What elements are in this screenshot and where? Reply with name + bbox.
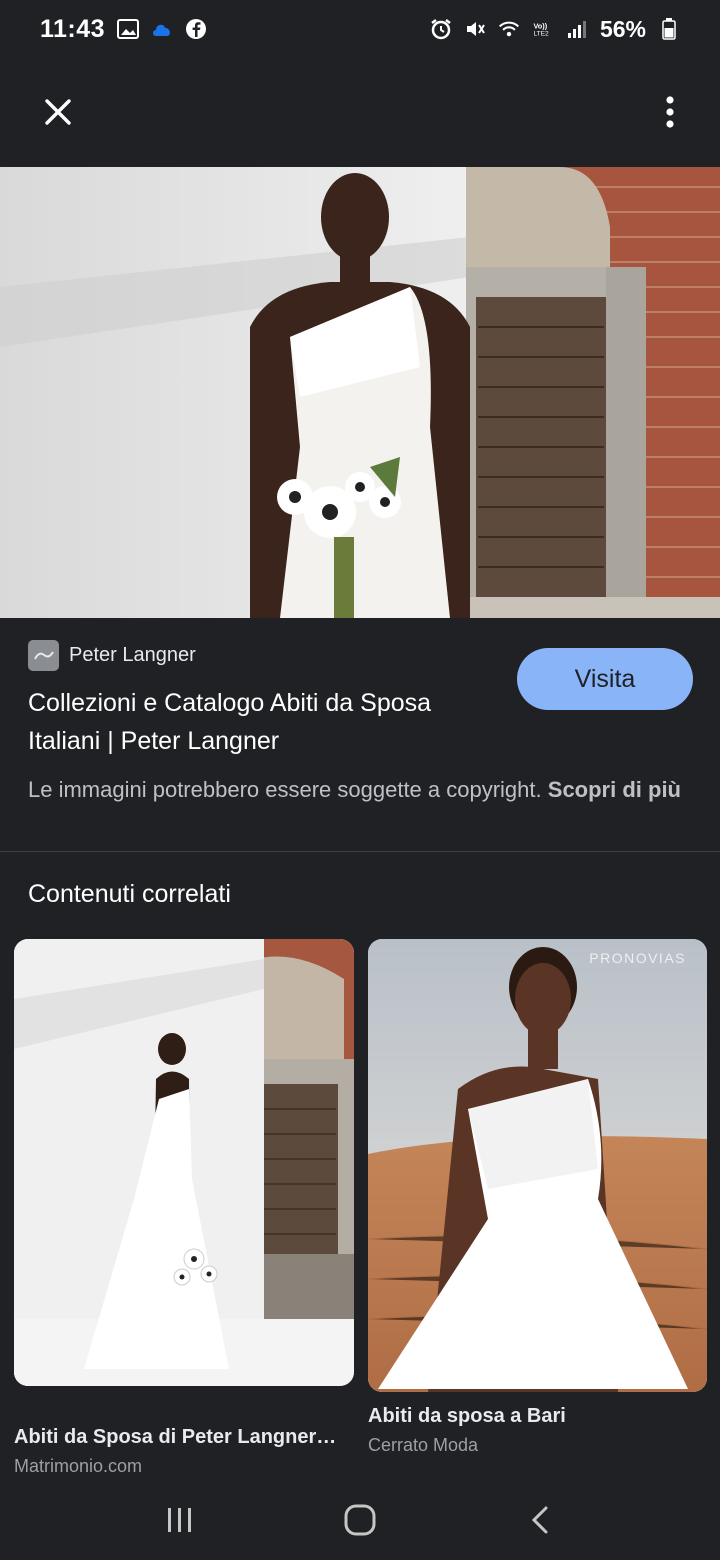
recents-button[interactable]: [150, 1490, 210, 1550]
related-card-2-source: Cerrato Moda: [368, 1435, 479, 1455]
status-left: 11:43: [40, 15, 207, 44]
more-vert-icon: [666, 96, 674, 128]
related-photo-1: [14, 939, 354, 1386]
volte-icon: Vo)) LTE2: [532, 18, 554, 40]
hero-image[interactable]: [0, 167, 720, 618]
related-card-2-title[interactable]: Abiti da sposa a Bari: [368, 1405, 566, 1428]
system-nav-bar: [0, 1480, 720, 1560]
divider: [0, 851, 720, 852]
mute-icon: [464, 18, 486, 40]
status-bar: 11:43 Vo)) LTE2 56%: [0, 0, 720, 58]
facebook-icon: [185, 18, 207, 40]
bride-photo: [0, 167, 720, 618]
recents-icon: [168, 1508, 191, 1532]
source-name: Peter Langner: [69, 644, 196, 666]
back-icon: [531, 1506, 548, 1534]
close-icon: [45, 99, 71, 125]
alarm-icon: [430, 18, 452, 40]
learn-more-link[interactable]: Scopri di più: [548, 777, 681, 802]
site-favicon-icon: [28, 640, 59, 671]
visit-button[interactable]: Visita: [517, 648, 693, 710]
source-row[interactable]: Peter Langner: [28, 640, 196, 671]
svg-text:Vo)): Vo)): [533, 21, 547, 30]
signal-icon: [566, 18, 588, 40]
related-card-1-image[interactable]: [14, 939, 354, 1386]
copyright-text: Le immagini potrebbero essere soggette a…: [28, 777, 542, 802]
wifi-icon: [498, 18, 520, 40]
related-card-2-image[interactable]: PRONOVIAS: [368, 939, 707, 1392]
related-card-1-source: Matrimonio.com: [14, 1456, 143, 1476]
close-button[interactable]: [34, 88, 82, 136]
related-photo-2: PRONOVIAS: [368, 939, 707, 1392]
battery-percent: 56%: [599, 15, 646, 42]
cloud-icon: [151, 18, 173, 40]
svg-text:LTE2: LTE2: [533, 31, 549, 38]
top-app-bar: [0, 58, 720, 166]
copyright-notice: Le immagini potrebbero essere soggette a…: [28, 774, 688, 806]
home-button[interactable]: [330, 1490, 390, 1550]
result-title[interactable]: Collezioni e Catalogo Abiti da Sposa Ita…: [28, 684, 508, 760]
home-icon: [344, 1504, 376, 1536]
related-heading: Contenuti correlati: [28, 880, 231, 908]
gallery-icon: [117, 18, 140, 40]
more-options-button[interactable]: [646, 88, 694, 136]
status-time: 11:43: [40, 14, 106, 43]
related-card-1-title[interactable]: Abiti da Sposa di Peter Langner…: [14, 1426, 344, 1449]
status-right: Vo)) LTE2 56%: [430, 16, 680, 43]
battery-icon: [658, 18, 680, 40]
back-button[interactable]: [510, 1490, 570, 1550]
pronovias-watermark: PRONOVIAS: [589, 950, 686, 966]
